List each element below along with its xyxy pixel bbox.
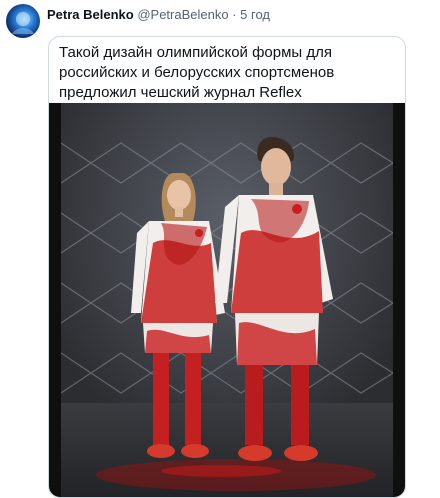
avatar[interactable] xyxy=(6,4,40,38)
card-text: Такой дизайн олимпийской формы для росси… xyxy=(59,44,335,101)
uniform-photo[interactable] xyxy=(61,103,393,497)
media-frame[interactable] xyxy=(49,103,405,497)
avatar-image xyxy=(12,12,34,34)
photo-illustration xyxy=(61,103,393,497)
quoted-card[interactable]: Такой дизайн олимпийской формы для росси… xyxy=(48,36,406,498)
author-handle[interactable]: @PetraBelenko xyxy=(137,7,228,22)
author-name[interactable]: Petra Belenko xyxy=(47,7,134,22)
separator-dot: · xyxy=(232,7,237,22)
tweet-header: Petra Belenko @PetraBelenko · 5 год xyxy=(47,7,270,23)
timestamp[interactable]: 5 год xyxy=(240,7,270,22)
